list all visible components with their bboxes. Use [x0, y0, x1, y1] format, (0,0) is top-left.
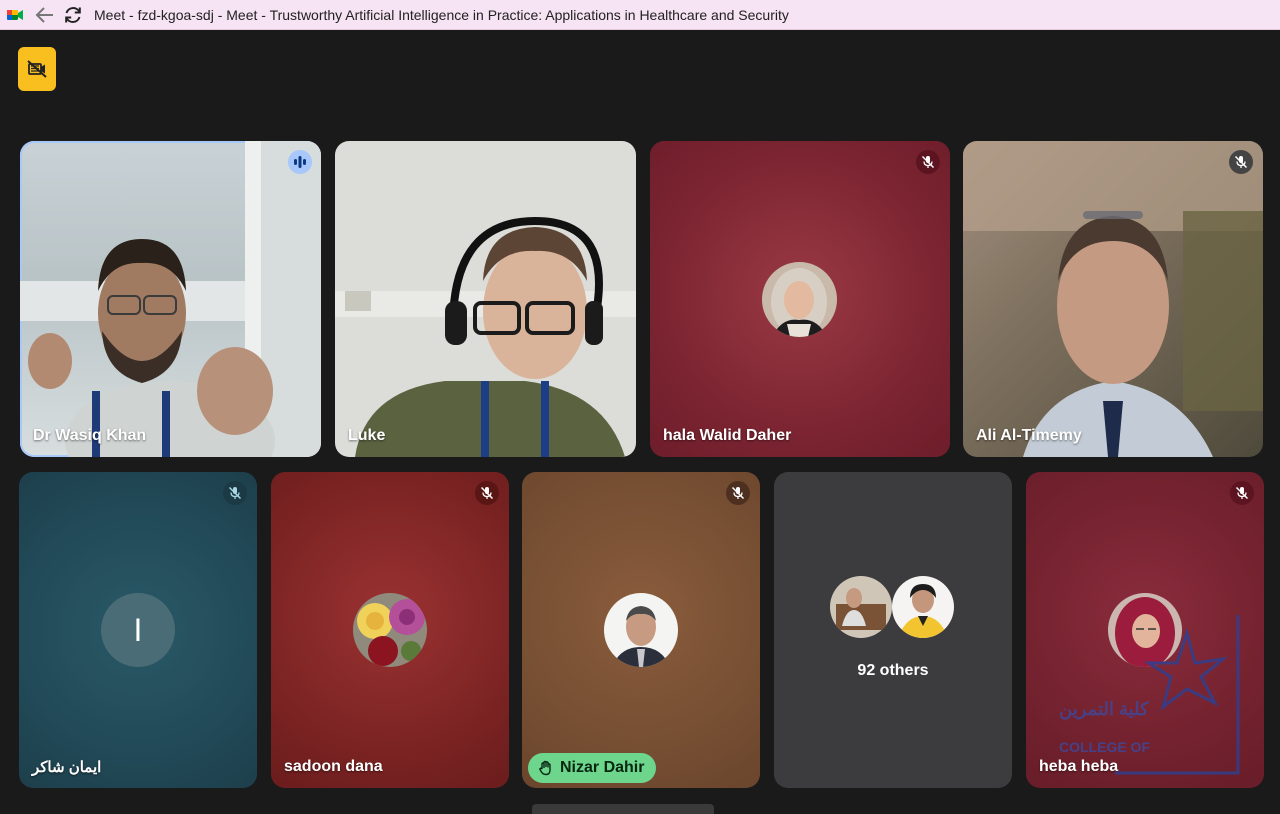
others-count-label: 92 others: [857, 662, 929, 679]
window-title: Meet - fzd-kgoa-sdj - Meet - Trustworthy…: [94, 6, 789, 23]
muted-indicator: [1230, 481, 1254, 505]
watermark-arabic-text: كلية التمرين: [1059, 699, 1149, 719]
mic-off-icon: [480, 486, 494, 500]
avatar-letter: I: [133, 611, 143, 648]
avatar: [604, 593, 678, 667]
participant-name: sadoon dana: [284, 758, 383, 775]
participant-video: [963, 141, 1263, 457]
avatar-photo: [762, 262, 837, 337]
others-tile[interactable]: 92 others: [774, 472, 1012, 788]
others-avatar-1: [830, 576, 892, 638]
participant-tile-hala-walid-daher[interactable]: hala Walid Daher: [650, 141, 950, 457]
participant-tile-iman-shakir[interactable]: I ايمان شاكر: [19, 472, 257, 788]
watermark-english-text: COLLEGE OF: [1059, 739, 1150, 755]
participant-video: [20, 141, 321, 457]
back-arrow-icon: [35, 6, 53, 23]
participant-video: [335, 216, 636, 457]
raised-hand-icon: [539, 760, 551, 776]
back-button[interactable]: [32, 2, 58, 28]
audio-level-icon: [294, 156, 306, 168]
muted-indicator: [916, 150, 940, 174]
participant-name: Dr Wasiq Khan: [33, 427, 147, 444]
muted-indicator: [223, 481, 247, 505]
participant-name: hala Walid Daher: [663, 427, 792, 444]
speaking-indicator: [288, 150, 312, 174]
muted-indicator: [726, 481, 750, 505]
mic-off-icon: [228, 486, 242, 500]
meeting-stage: Dr Wasiq Khan Luke hala Walid Daher Ali …: [0, 30, 1280, 814]
mic-off-icon: [731, 486, 745, 500]
participant-name: Ali Al-Timemy: [976, 427, 1082, 444]
participant-tile-ali-al-timemy[interactable]: Ali Al-Timemy: [963, 141, 1263, 457]
mic-off-icon: [921, 155, 935, 169]
muted-indicator: [475, 481, 499, 505]
participant-name: Nizar Dahir: [560, 759, 645, 776]
participant-tile-sadoon-dana[interactable]: sadoon dana: [271, 472, 509, 788]
college-watermark-logo: كلية التمرين COLLEGE OF: [1055, 615, 1243, 775]
reload-button[interactable]: [60, 2, 86, 28]
mic-off-icon: [1235, 486, 1249, 500]
participant-tile-luke[interactable]: Luke: [335, 141, 636, 457]
reload-icon: [65, 6, 81, 23]
participant-tile-nizar-dahir[interactable]: Nizar Dahir: [522, 472, 760, 788]
google-meet-icon: [7, 9, 23, 20]
roses-photo: [353, 593, 427, 667]
window-titlebar: Meet - fzd-kgoa-sdj - Meet - Trustworthy…: [0, 0, 1280, 30]
participant-name: ايمان شاكر: [32, 759, 102, 776]
avatar-photo: [892, 576, 954, 638]
mic-off-icon: [1234, 155, 1248, 169]
camera-off-icon: [27, 60, 47, 78]
muted-indicator: [1229, 150, 1253, 174]
participant-tile-dr-wasiq-khan[interactable]: Dr Wasiq Khan: [20, 141, 321, 457]
others-avatar-2: [892, 576, 954, 638]
participant-name: Luke: [348, 427, 386, 444]
avatar-initial: I: [101, 593, 175, 667]
avatar-photo: [830, 576, 892, 638]
avatar: [762, 262, 837, 337]
avatar-photo: [604, 593, 678, 667]
camera-off-indicator[interactable]: [18, 47, 56, 91]
raised-hand-badge: Nizar Dahir: [528, 753, 657, 783]
avatar: [353, 593, 427, 667]
